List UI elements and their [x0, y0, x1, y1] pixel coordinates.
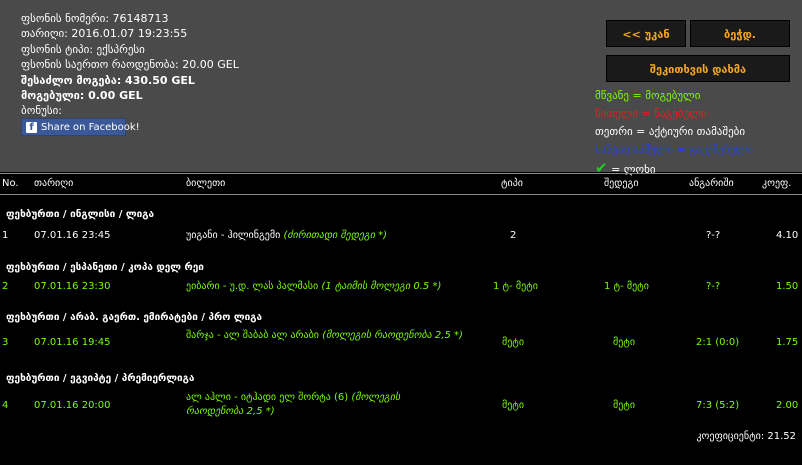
legend-red: წითელი = წაგებული: [595, 107, 707, 120]
print-button[interactable]: ბეჭდ.: [690, 20, 790, 47]
row-no: 3: [2, 337, 9, 348]
event-note: (1 ტაიმის მოლეგი 0.5 *): [321, 281, 442, 292]
total-odds: კოეფიციენტი: 21.52: [696, 431, 796, 442]
row-odds: 1.50: [776, 281, 799, 292]
row-date: 07.01.16 23:45: [34, 230, 111, 241]
row-no: 2: [2, 281, 9, 292]
event-name: შარჯა - ალ შაბაბ ალ არაბი: [186, 330, 319, 341]
back-button[interactable]: << უკან: [606, 20, 686, 47]
row-event: შარჯა - ალ შაბაბ ალ არაბი (მოლეგის რაოდე…: [186, 329, 466, 343]
ticket-date: თარიღი: 2016.01.07 19:23:55: [21, 27, 188, 41]
row-odds: 1.75: [776, 337, 799, 348]
facebook-icon: f: [26, 122, 37, 133]
possible-win: შესაძლო მოგება: 430.50 GEL: [21, 73, 195, 87]
row-score: ?-?: [706, 230, 721, 241]
row-odds: 4.10: [776, 230, 799, 241]
col-event: ბილეთი: [186, 178, 226, 189]
total-stake: ფსონის საერთო რაოდენობა: 20.00 GEL: [21, 58, 239, 72]
col-type: ტიპი: [501, 178, 523, 189]
row-date: 07.01.16 19:45: [34, 337, 111, 348]
row-date: 07.01.16 20:00: [34, 400, 111, 411]
row-event: ეიბარი - უ.დ. ლას პალმასი (1 ტაიმის მოლე…: [186, 280, 476, 294]
event-note: (მოლეგის რაოდენობა 2,5 *): [322, 330, 463, 341]
status-legend: მწვანე = მოგებული წითელი = წაგებული თეთრ…: [595, 87, 753, 177]
col-pick: შედეგი: [604, 178, 639, 189]
row-no: 1: [2, 230, 9, 241]
row-no: 4: [2, 400, 9, 411]
row-type: 2: [510, 230, 517, 241]
row-score: 2:1 (0:0): [696, 337, 740, 348]
won-amount: მოგებული: 0.00 GEL: [21, 88, 143, 102]
group-title: ფეხბურთი / ინგლისი / ლიგა: [6, 209, 155, 220]
ticket-info: ფსონის ნომერი: 76148713 თარიღი: 2016.01.…: [21, 11, 239, 119]
row-type: მეტი: [502, 337, 525, 348]
bonus: ბონუსი:: [21, 104, 62, 118]
row-type: 1 ტ- მეტი: [493, 281, 538, 292]
col-odds: კოეფ.: [762, 178, 792, 189]
col-no: No.: [2, 178, 19, 189]
row-score: ?-?: [706, 281, 721, 292]
row-date: 07.01.16 23:30: [34, 281, 111, 292]
col-date: თარიღი: [34, 178, 74, 189]
ticket-header: ფსონის ნომერი: 76148713 თარიღი: 2016.01.…: [0, 0, 802, 177]
row-pick: მეტი: [613, 400, 636, 411]
group-title: ფეხბურთი / არაბ. გაერთ. ემირატები / პრო …: [6, 312, 262, 323]
event-name: ეიბარი - უ.დ. ლას პალმასი: [186, 281, 319, 292]
row-event: უიგანი - ჰილინგემი (ძირითადი შედეგი *): [186, 229, 476, 243]
row-pick: 1 ტ- მეტი: [604, 281, 649, 292]
legend-blue: ხაზგადასმული = გაუქმებული: [595, 143, 753, 156]
bet-again-button[interactable]: შეკითხვის დახმა: [606, 55, 790, 82]
row-pick: მეტი: [613, 337, 636, 348]
event-note: (ძირითადი შედეგი *): [283, 230, 388, 241]
share-facebook-label: Share on Facebook!: [41, 122, 140, 133]
table-header: No. თარიღი ბილეთი ტიპი შედეგი ანგარიში კ…: [0, 173, 802, 195]
legend-green: მწვანე = მოგებული: [595, 89, 701, 102]
row-odds: 2.00: [776, 400, 799, 411]
legend-white: თეთრი = აქტიური თამაშები: [595, 125, 746, 138]
col-score: ანგარიში: [689, 178, 734, 189]
event-name: უიგანი - ჰილინგემი: [186, 230, 281, 241]
share-facebook-button[interactable]: f Share on Facebook!: [21, 118, 140, 136]
event-name: ალ აჰლი - იტჰადი ელ შორტა (6): [186, 392, 349, 403]
ticket-number: ფსონის ნომერი: 76148713: [21, 12, 169, 25]
row-score: 7:3 (5:2): [696, 400, 740, 411]
group-title: ფეხბურთი / ესპანეთი / კოპა დელ რეი: [6, 262, 204, 273]
row-event: ალ აჰლი - იტჰადი ელ შორტა (6) (მოლეგის რ…: [186, 391, 416, 419]
group-title: ფეხბურთი / ეგვიპტე / პრემიერლიგა: [6, 373, 195, 384]
bet-type: ფსონის ტიპი: ექსპრესი: [21, 42, 145, 56]
row-type: მეტი: [502, 400, 525, 411]
